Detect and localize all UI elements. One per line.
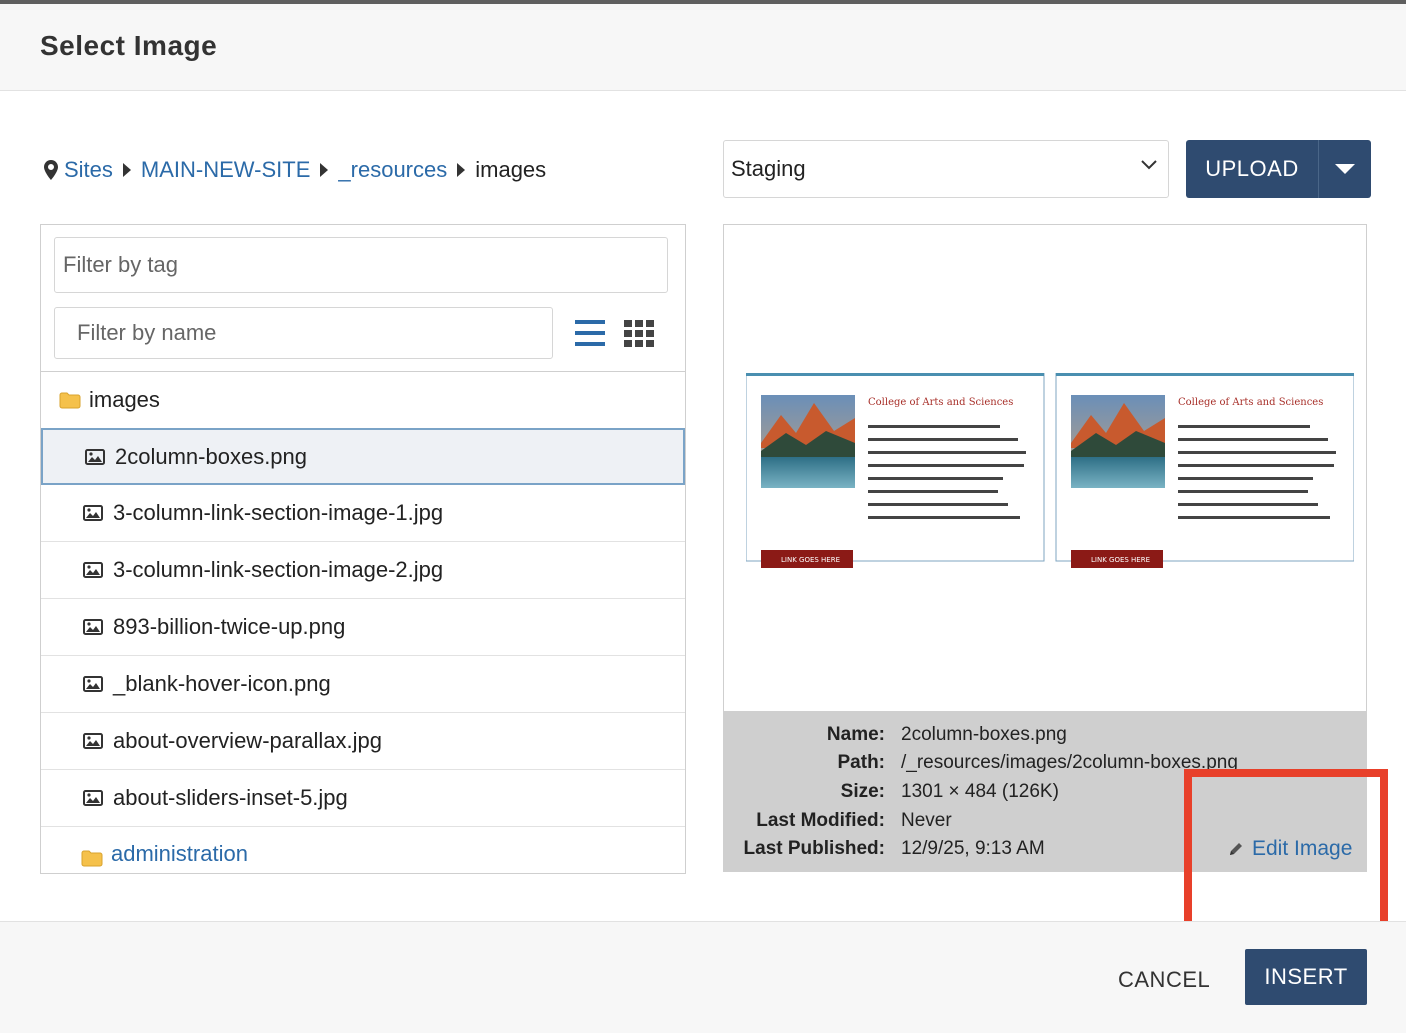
map-pin-icon [44, 160, 58, 180]
file-row[interactable]: 893-billion-twice-up.png [41, 599, 685, 656]
file-row[interactable]: about-sliders-inset-5.jpg [41, 770, 685, 827]
breadcrumb: Sites MAIN-NEW-SITE _resources images [44, 154, 546, 186]
breadcrumb-separator-icon [122, 163, 131, 177]
grid-view-icon[interactable] [623, 318, 655, 348]
info-modified-label: Last Modified: [756, 810, 885, 831]
file-row-selected[interactable]: 2column-boxes.png [41, 428, 685, 485]
upload-button[interactable]: UPLOAD [1186, 140, 1318, 198]
breadcrumb-main-new-site[interactable]: MAIN-NEW-SITE [141, 157, 310, 183]
breadcrumb-current: images [475, 157, 547, 182]
folder-label: images [89, 387, 160, 412]
environment-select-value: Staging [731, 156, 806, 181]
folder-images[interactable]: images [41, 372, 685, 428]
image-file-icon [83, 505, 103, 521]
info-name-value: 2column-boxes.png [901, 724, 1067, 745]
folder-administration[interactable]: administration [41, 827, 685, 867]
info-published-label: Last Published: [743, 838, 885, 859]
info-path-label: Path: [837, 752, 886, 773]
file-row[interactable]: about-overview-parallax.jpg [41, 713, 685, 770]
info-size-value: 1301 × 484 (126K) [901, 781, 1059, 802]
upload-dropdown-button[interactable] [1318, 140, 1371, 198]
highlight-annotation-box [1184, 769, 1388, 929]
cancel-button[interactable]: CANCEL [1118, 967, 1210, 993]
preview-card-heading: College of Arts and Sciences [868, 397, 1013, 408]
dialog-footer: CANCEL INSERT [0, 921, 1406, 1033]
environment-select[interactable]: Staging [723, 140, 1169, 198]
preview-card-button: LINK GOES HERE [1091, 556, 1150, 564]
info-published-value: 12/9/25, 9:13 AM [901, 838, 1045, 859]
list-view-icon[interactable] [574, 318, 606, 348]
image-file-icon [83, 733, 103, 749]
file-row[interactable]: 3-column-link-section-image-2.jpg [41, 542, 685, 599]
preview-card-heading: College of Arts and Sciences [1178, 397, 1323, 408]
breadcrumb-separator-icon [457, 163, 466, 177]
folder-icon [81, 850, 103, 867]
insert-button[interactable]: INSERT [1245, 949, 1367, 1005]
file-name: about-overview-parallax.jpg [113, 728, 383, 753]
info-modified-value: Never [901, 810, 952, 831]
image-file-icon [85, 448, 105, 465]
file-name: _blank-hover-icon.png [113, 671, 331, 696]
dialog-header: Select Image [0, 4, 1406, 91]
image-file-icon [83, 619, 103, 635]
filter-by-tag-input[interactable] [54, 237, 668, 293]
breadcrumb-separator-icon [320, 163, 329, 177]
file-row[interactable]: 3-column-link-section-image-1.jpg [41, 485, 685, 542]
image-preview: College of Arts and Sciences LINK GOES H… [746, 373, 1354, 568]
file-name: 3-column-link-section-image-2.jpg [113, 557, 444, 582]
caret-down-icon [1335, 164, 1355, 174]
preview-card-left: College of Arts and Sciences LINK GOES H… [746, 373, 1045, 568]
breadcrumb-sites[interactable]: Sites [64, 157, 113, 183]
info-name-label: Name: [826, 724, 885, 745]
preview-card-right: College of Arts and Sciences LINK GOES H… [1055, 373, 1354, 568]
folder-icon [59, 392, 81, 408]
filter-by-name-input[interactable] [54, 307, 553, 359]
file-tree: images 2column-boxes.png 3-column-link-s… [41, 371, 685, 867]
dialog-title: Select Image [40, 30, 218, 61]
file-name: 3-column-link-section-image-1.jpg [113, 500, 444, 525]
chevron-down-icon [1141, 160, 1157, 170]
file-name: 893-billion-twice-up.png [113, 614, 346, 639]
file-name: 2column-boxes.png [115, 443, 308, 469]
info-size-label: Size: [840, 781, 885, 802]
file-row[interactable]: _blank-hover-icon.png [41, 656, 685, 713]
folder-label: administration [111, 841, 248, 866]
breadcrumb-resources[interactable]: _resources [338, 157, 447, 183]
select-image-dialog: Select Image Sites MAIN-NEW-SITE _resour… [0, 4, 1406, 1033]
preview-card-button: LINK GOES HERE [781, 556, 840, 564]
image-file-icon [83, 676, 103, 692]
image-file-icon [83, 790, 103, 806]
info-name-row: Name: 2column-boxes.png [724, 724, 1366, 752]
file-browser-panel: images 2column-boxes.png 3-column-link-s… [40, 224, 686, 874]
file-name: about-sliders-inset-5.jpg [113, 785, 348, 810]
image-file-icon [83, 562, 103, 578]
